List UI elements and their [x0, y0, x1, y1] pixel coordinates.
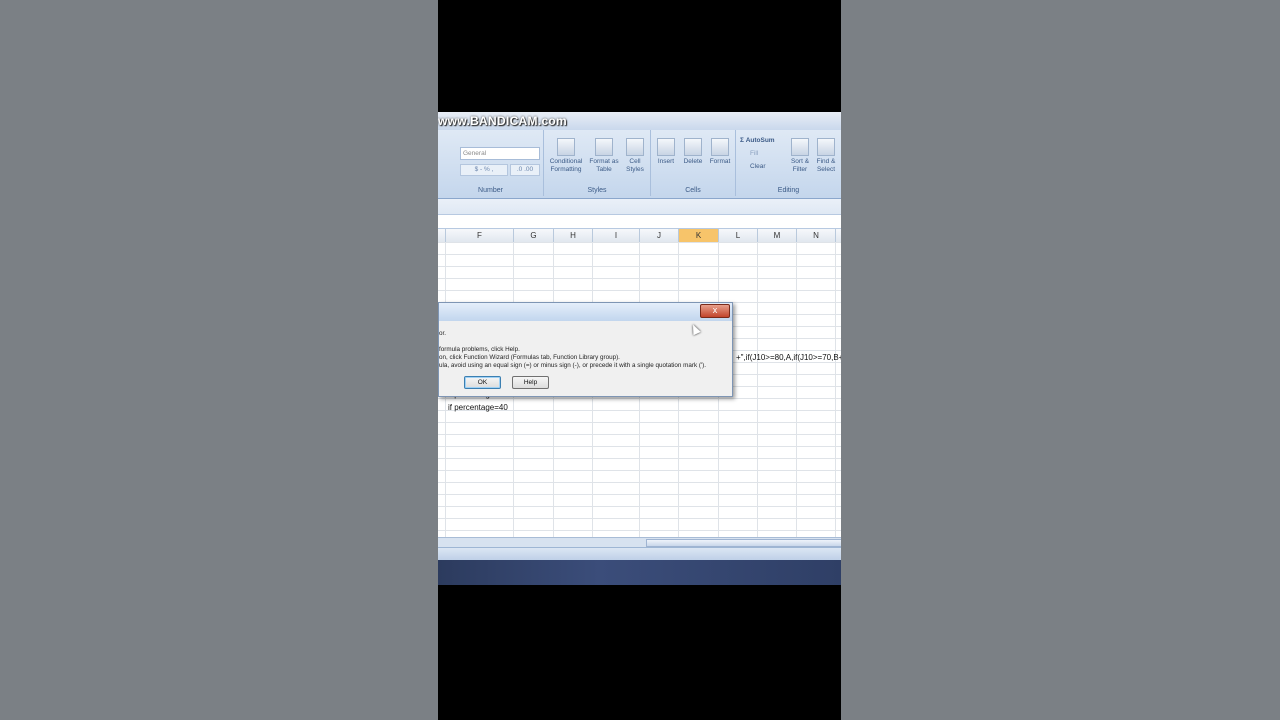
column-header-m[interactable]: M — [758, 229, 797, 242]
row-header-corner — [438, 229, 446, 242]
column-header-h[interactable]: H — [554, 229, 593, 242]
format-icon — [711, 138, 729, 156]
column-header-i[interactable]: I — [593, 229, 640, 242]
decimal-buttons[interactable]: .0 .00 — [510, 164, 540, 176]
clear-button[interactable]: Clear — [750, 163, 766, 171]
column-header-k[interactable]: K — [679, 229, 719, 242]
column-header-l[interactable]: L — [719, 229, 758, 242]
number-group-label: Number — [478, 187, 503, 194]
conditional-formatting-icon — [557, 138, 575, 156]
formula-input[interactable] — [438, 214, 841, 229]
insert-button[interactable]: Insert — [653, 138, 679, 166]
number-group: General $ - % , .0 .00 Number — [438, 130, 544, 196]
video-frame: www.BANDICAM.com General $ - % , .0 .00 … — [438, 0, 841, 720]
delete-button[interactable]: Delete — [680, 138, 706, 166]
column-header-g[interactable]: G — [514, 229, 554, 242]
number-format-dropdown[interactable]: General — [460, 147, 540, 160]
ribbon: General $ - % , .0 .00 Number Conditiona… — [438, 130, 841, 199]
excel-window: www.BANDICAM.com General $ - % , .0 .00 … — [438, 112, 841, 585]
dialog-message-line-1: or. — [439, 330, 447, 337]
dialog-message-line-4: ula, avoid using an equal sign (=) or mi… — [439, 362, 707, 369]
scrollbar-thumb[interactable] — [646, 539, 841, 547]
formula-bar-area — [438, 199, 841, 229]
percentage-cell-text: if percentage=40 — [448, 403, 508, 412]
dialog-title-bar: x — [439, 303, 732, 321]
find-select-button[interactable]: Find & Select — [814, 138, 838, 174]
column-headers: F G H I J K L M N — [438, 229, 841, 243]
styles-group-label: Styles — [587, 187, 607, 194]
dialog-message-line-2: formula problems, click Help. — [439, 346, 520, 353]
horizontal-scrollbar[interactable] — [438, 537, 841, 547]
close-button[interactable]: x — [700, 304, 730, 318]
column-header-f[interactable]: F — [446, 229, 514, 242]
ok-button[interactable]: OK — [464, 376, 501, 389]
editing-group: Σ AutoSum Fill Clear Sort & Filter Find … — [736, 130, 841, 196]
grid-line — [757, 242, 758, 537]
format-button[interactable]: Format — [707, 138, 733, 166]
conditional-formatting-button[interactable]: Conditional Formatting — [546, 138, 586, 174]
delete-icon — [684, 138, 702, 156]
cell-styles-button[interactable]: Cell Styles — [622, 138, 648, 174]
column-header-n[interactable]: N — [797, 229, 836, 242]
format-as-table-button[interactable]: Format as Table — [588, 138, 620, 174]
cells-group: Insert Delete Format Cells — [651, 130, 736, 196]
formula-overflow-text: +",if(J10>=80,A,if(J10>=70,B+ — [736, 353, 841, 362]
help-button[interactable]: Help — [512, 376, 549, 389]
format-table-icon — [595, 138, 613, 156]
insert-icon — [657, 138, 675, 156]
status-bar — [438, 547, 841, 560]
formula-error-dialog: x or. formula problems, click Help. on, … — [438, 302, 733, 397]
sort-filter-button[interactable]: Sort & Filter — [788, 138, 812, 174]
bandicam-watermark: www.BANDICAM.com — [438, 114, 568, 128]
accounting-format-buttons[interactable]: $ - % , — [460, 164, 508, 176]
dialog-message-line-3: on, click Function Wizard (Formulas tab,… — [439, 354, 620, 361]
binoculars-icon — [817, 138, 835, 156]
sort-icon — [791, 138, 809, 156]
cells-group-label: Cells — [685, 187, 701, 194]
cell-styles-icon — [626, 138, 644, 156]
grid-line — [796, 242, 797, 537]
column-header-j[interactable]: J — [640, 229, 679, 242]
title-bar: www.BANDICAM.com — [438, 112, 841, 130]
editing-group-label: Editing — [777, 187, 800, 194]
fill-button[interactable]: Fill — [750, 150, 758, 158]
grid-line — [835, 242, 836, 537]
styles-group: Conditional Formatting Format as Table C… — [544, 130, 651, 196]
taskbar — [438, 560, 841, 585]
autosum-button[interactable]: Σ AutoSum — [740, 137, 775, 145]
